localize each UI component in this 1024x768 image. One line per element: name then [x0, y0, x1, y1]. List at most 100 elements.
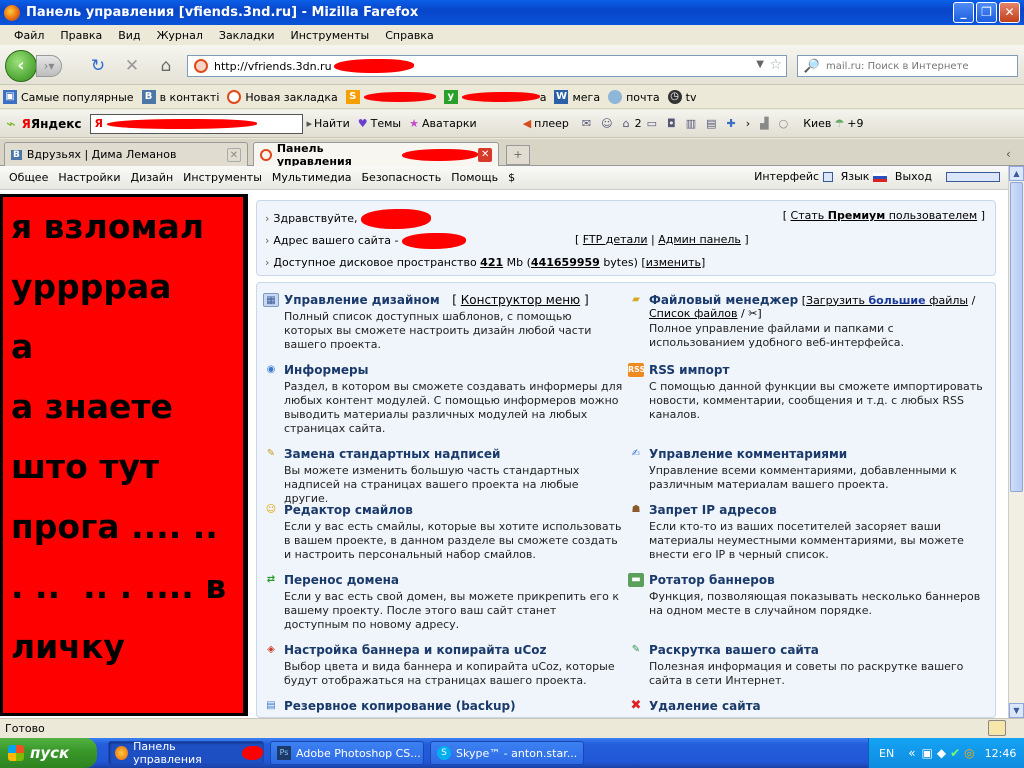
backup-link[interactable]: Резервное копирование (backup) [284, 699, 516, 713]
promotion-link[interactable]: Раскрутка вашего сайта [649, 643, 819, 657]
back-button[interactable]: ‹ [5, 50, 37, 82]
exit-link[interactable]: Выход [895, 170, 932, 183]
file-manager-link[interactable]: Файловый менеджер [649, 293, 798, 307]
ftp-details-link[interactable]: FTP детали [583, 233, 648, 246]
ip-ban-link[interactable]: Запрет IP адресов [649, 503, 777, 517]
home-icon[interactable]: ⌂ [623, 117, 630, 130]
ucoz-menu-settings[interactable]: Настройки [53, 171, 125, 184]
ucoz-menu-tools[interactable]: Инструменты [178, 171, 267, 184]
plus-icon[interactable]: ✚ [727, 117, 736, 130]
reload-icon[interactable]: ↻ [88, 56, 108, 76]
menu-constructor-link[interactable]: Конструктор меню [461, 293, 580, 307]
premium-link[interactable]: Стать Премиум пользователем [791, 209, 978, 222]
bookmark-mega[interactable]: Wмега [554, 90, 600, 104]
scissors-icon[interactable]: ✂ [748, 307, 757, 320]
ucoz-menu-security[interactable]: Безопасность [357, 171, 447, 184]
maximize-button[interactable]: ❐ [976, 2, 997, 23]
chat-icon[interactable]: ○ [779, 117, 789, 130]
tray-arrow-icon[interactable]: « [908, 746, 915, 760]
width-slider[interactable] [946, 171, 1000, 182]
bookmark-redacted-2[interactable]: yа [443, 90, 546, 104]
smileys-link[interactable]: Редактор смайлов [284, 503, 413, 517]
menu-edit[interactable]: Правка [52, 29, 110, 42]
bookmark-new[interactable]: Новая закладка [227, 90, 338, 104]
file-list-link[interactable]: Список файлов [649, 307, 737, 320]
window-title-bar[interactable]: Панель управления [vfiends.3nd.ru] - Miz… [0, 0, 1024, 25]
people-icon[interactable]: ☺ [601, 117, 612, 130]
domain-transfer-link[interactable]: Перенос домена [284, 573, 399, 587]
tab-list-icon[interactable]: ‹ [1006, 147, 1011, 161]
search-engine-icon[interactable]: 🔎 [798, 59, 826, 74]
menu-history[interactable]: Журнал [149, 29, 211, 42]
task-photoshop[interactable]: Ps Adobe Photoshop CS... [270, 741, 424, 765]
close-window-button[interactable]: ✕ [999, 2, 1020, 23]
more-icon[interactable]: › [746, 117, 750, 130]
menu-tools[interactable]: Инструменты [283, 29, 378, 42]
bookmark-mail[interactable]: почта [608, 90, 660, 104]
banner-rotator-link[interactable]: Ротатор баннеров [649, 573, 775, 587]
ucoz-menu-dollar[interactable]: $ [503, 171, 520, 184]
signal-icon[interactable]: ▟ [760, 117, 768, 130]
ucoz-menu-help[interactable]: Помощь [446, 171, 503, 184]
interface-toggle[interactable]: Интерфейс [754, 170, 833, 183]
bookmark-redacted-1[interactable]: S [345, 90, 436, 104]
banner-settings-link[interactable]: Настройка баннера и копирайта uCoz [284, 643, 547, 657]
forward-button[interactable]: ›▾ [36, 55, 62, 77]
film-icon[interactable]: ▥ [686, 117, 696, 130]
address-bar[interactable]: http://vfriends.3dn.ru ▼ ☆ [187, 55, 787, 77]
tray-app-icon[interactable]: ◎ [964, 746, 974, 760]
start-button[interactable]: пуск [0, 738, 97, 768]
yandex-search-input[interactable]: Я [89, 113, 303, 134]
window-icon[interactable]: ▭ [647, 117, 657, 130]
close-tab-icon[interactable]: ✕ [478, 147, 492, 162]
network-icon[interactable]: ▣ [922, 746, 933, 760]
scroll-down-arrow[interactable]: ▼ [1009, 703, 1024, 718]
upload-big-files-link[interactable]: Загрузить большие файлы [806, 294, 968, 307]
menu-file[interactable]: Файл [6, 29, 52, 42]
yandex-bar-icon[interactable]: ⌁ [6, 114, 16, 133]
mail-icon[interactable]: ✉ [582, 117, 591, 130]
home-icon[interactable]: ⌂ [156, 56, 176, 76]
bookmark-star-icon[interactable]: ☆ [769, 57, 782, 73]
close-tab-icon[interactable]: ✕ [227, 147, 241, 162]
themes-button[interactable]: ♥ Темы [358, 117, 401, 130]
comments-link[interactable]: Управление комментариями [649, 447, 847, 461]
scroll-thumb[interactable] [1010, 182, 1023, 492]
change-disk-link[interactable]: изменить [646, 256, 701, 269]
language-indicator[interactable]: EN [879, 747, 894, 760]
bookmark-vk[interactable]: Bв контакті [141, 90, 219, 104]
menu-bookmarks[interactable]: Закладки [211, 29, 283, 42]
admin-panel-link[interactable]: Админ панель [658, 233, 741, 246]
scroll-up-arrow[interactable]: ▲ [1009, 166, 1024, 181]
weather-city[interactable]: Киев [803, 117, 831, 130]
tab-vdruziah[interactable]: B Вдрузьях | Дима Леманов ✕ [4, 142, 248, 166]
minimize-button[interactable]: _ [953, 2, 974, 23]
delete-site-link[interactable]: Удаление сайта [649, 699, 761, 713]
player-button[interactable]: ◀ плеер [523, 117, 569, 130]
ucoz-menu-design[interactable]: Дизайн [125, 171, 178, 184]
stop-icon[interactable]: ✕ [122, 56, 142, 76]
menu-help[interactable]: Справка [377, 29, 441, 42]
status-addon-icon[interactable] [988, 720, 1006, 736]
task-skype[interactable]: S Skype™ - anton.star... [430, 741, 584, 765]
antivirus-icon[interactable]: ◆ [937, 746, 946, 760]
search-box[interactable]: 🔎 mail.ru: Поиск в Интернете [797, 55, 1018, 77]
bookmark-popular[interactable]: ▣ Самые популярные [3, 90, 134, 104]
design-link[interactable]: Управление дизайном [284, 293, 440, 307]
clock[interactable]: 12:46 [985, 747, 1017, 760]
language-selector[interactable]: Язык [841, 170, 887, 183]
vertical-scrollbar[interactable]: ▲ ▼ [1008, 166, 1024, 718]
camera-icon[interactable]: ◘ [667, 117, 676, 130]
ucoz-menu-general[interactable]: Общее [4, 171, 53, 184]
rss-link[interactable]: RSS импорт [649, 363, 729, 377]
tab-control-panel[interactable]: Панель управления ✕ [253, 142, 499, 168]
ucoz-menu-multimedia[interactable]: Мультимедиа [267, 171, 357, 184]
avatars-button[interactable]: ★ Аватарки [409, 117, 477, 130]
menu-view[interactable]: Вид [110, 29, 148, 42]
bookmark-tv[interactable]: ◷ tv [667, 90, 696, 104]
shield-icon[interactable]: ✔ [950, 746, 960, 760]
text-replace-link[interactable]: Замена стандартных надписей [284, 447, 500, 461]
url-dropdown-icon[interactable]: ▼ [756, 59, 764, 70]
yandex-find-button[interactable]: ▸ Найти [307, 117, 350, 130]
informers-link[interactable]: Информеры [284, 363, 368, 377]
